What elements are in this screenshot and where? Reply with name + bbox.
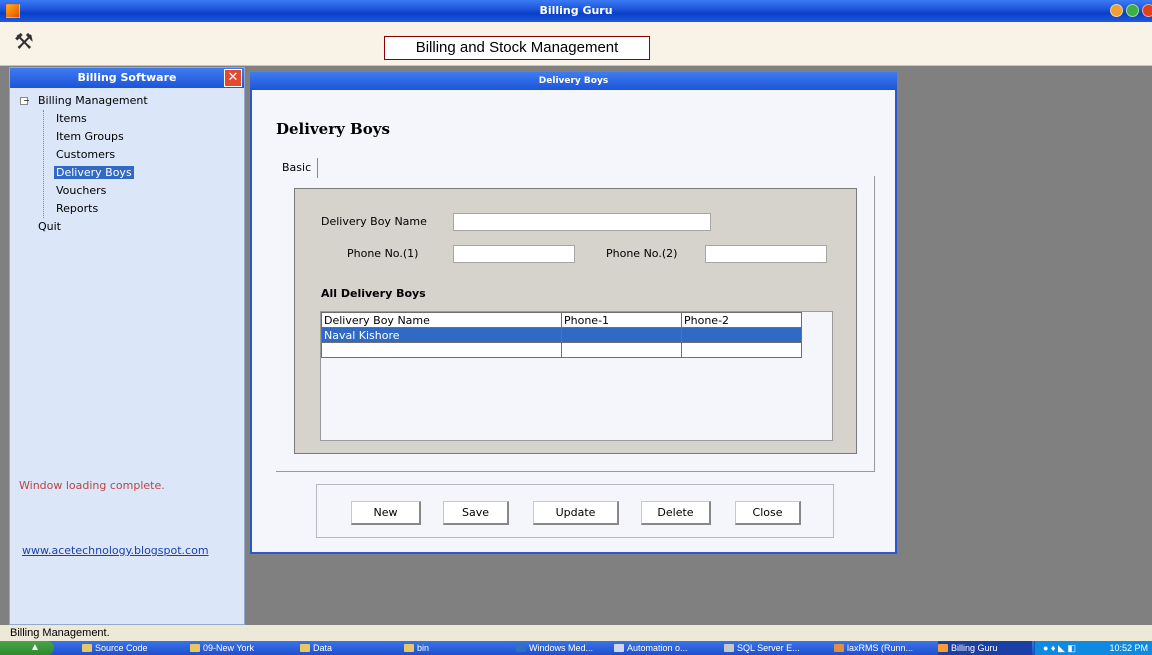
start-button[interactable]: ▲	[0, 641, 54, 655]
website-link[interactable]: www.acetechnology.blogspot.com	[22, 544, 209, 557]
taskbar-item[interactable]: Data	[300, 641, 390, 655]
new-table-row[interactable]	[321, 342, 802, 358]
taskbar-item[interactable]: SQL Server E...	[724, 641, 826, 655]
tree-node-quit[interactable]: Quit	[20, 218, 150, 236]
taskbar-item[interactable]: Automation o...	[614, 641, 710, 655]
taskbar-item[interactable]: Windows Med...	[516, 641, 604, 655]
close-button[interactable]: Close	[735, 501, 801, 525]
tree-node-label: Item Groups	[56, 130, 124, 143]
taskbar-item-label: laxRMS (Runn...	[847, 643, 914, 653]
delete-button[interactable]: Delete	[641, 501, 711, 525]
minimize-button[interactable]	[1110, 4, 1123, 17]
title-bar: Billing Guru	[0, 0, 1152, 22]
taskbar-item-label: 09-New York	[203, 643, 255, 653]
taskbar-item-label: Automation o...	[627, 643, 688, 653]
status-bar: Billing Management.	[0, 625, 1152, 641]
sidebar-header: Billing Software ✕	[10, 68, 244, 88]
tree-node-label: Billing Management	[38, 94, 148, 107]
phone1-input[interactable]	[453, 245, 575, 263]
sidebar-status-text: Window loading complete.	[19, 479, 165, 492]
column-header-phone1[interactable]: Phone-1	[561, 312, 682, 328]
taskbar-item[interactable]: Source Code	[82, 641, 180, 655]
delivery-boy-name-input[interactable]	[453, 213, 711, 231]
tree-node-billing-management[interactable]: − Billing Management	[20, 92, 150, 110]
document-icon	[614, 644, 624, 652]
column-header-phone2[interactable]: Phone-2	[681, 312, 802, 328]
delivery-boys-grid[interactable]: Delivery Boy Name Phone-1 Phone-2 Naval …	[320, 311, 833, 441]
tray-icons[interactable]: ● ♦ ◣ ◧	[1043, 641, 1076, 655]
cell-empty[interactable]	[681, 342, 802, 358]
cell-phone2[interactable]	[681, 327, 802, 343]
tree-node-label: Customers	[56, 148, 116, 161]
taskbar-item[interactable]: bin	[404, 641, 498, 655]
tree-node-label: Quit	[38, 220, 61, 233]
delivery-boys-window: Delivery Boys Delivery Boys Basic Delive…	[250, 72, 897, 554]
cell-phone1[interactable]	[561, 327, 682, 343]
taskbar-item[interactable]: 09-New York	[190, 641, 290, 655]
form-title: Delivery Boys	[276, 120, 390, 138]
taskbar: ▲ Source Code 09-New York Data bin Windo…	[0, 641, 1152, 655]
system-tray: ● ♦ ◣ ◧ 10:52 PM	[1034, 641, 1152, 655]
folder-icon	[82, 644, 92, 652]
taskbar-item-label: Windows Med...	[529, 643, 594, 653]
folder-icon	[300, 644, 310, 652]
update-button[interactable]: Update	[533, 501, 619, 525]
tree-node-label: Reports	[56, 202, 99, 215]
phone2-input[interactable]	[705, 245, 827, 263]
taskbar-item-active[interactable]: Billing Guru	[938, 641, 1032, 655]
tools-icon[interactable]: ⚒	[14, 30, 40, 56]
taskbar-item-label: Billing Guru	[951, 643, 998, 653]
tree-node-vouchers[interactable]: Vouchers	[20, 182, 150, 200]
windows-logo-icon: ▲	[30, 642, 40, 653]
entry-group-box: Delivery Boy Name Phone No.(1) Phone No.…	[294, 188, 857, 454]
sql-server-icon	[724, 644, 734, 652]
collapse-icon[interactable]: −	[20, 97, 30, 105]
window-title: Billing Guru	[539, 4, 613, 17]
grid-header-row: Delivery Boy Name Phone-1 Phone-2	[321, 312, 802, 328]
maximize-button[interactable]	[1126, 4, 1139, 17]
taskbar-item-label: SQL Server E...	[737, 643, 800, 653]
taskbar-item-label: bin	[417, 643, 430, 653]
clock: 10:52 PM	[1109, 643, 1148, 653]
close-window-button[interactable]	[1142, 4, 1152, 17]
button-panel: New Save Update Delete Close	[316, 484, 834, 538]
phone1-label: Phone No.(1)	[347, 247, 419, 260]
tree-node-reports[interactable]: Reports	[20, 200, 150, 218]
taskbar-item[interactable]: laxRMS (Runn...	[834, 641, 930, 655]
app-banner: Billing and Stock Management	[384, 36, 650, 60]
column-header-name[interactable]: Delivery Boy Name	[321, 312, 562, 328]
tree-node-label: Vouchers	[56, 184, 107, 197]
app-icon	[834, 644, 844, 652]
name-label: Delivery Boy Name	[321, 215, 427, 228]
app-icon	[938, 644, 948, 652]
media-player-icon	[516, 644, 526, 652]
folder-icon	[404, 644, 414, 652]
tree-node-label: Items	[56, 112, 87, 125]
sidebar-title: Billing Software	[77, 71, 177, 84]
taskbar-item-label: Source Code	[95, 643, 148, 653]
tree-node-delivery-boys[interactable]: Delivery Boys	[20, 164, 150, 182]
tree-node-label: Delivery Boys	[54, 166, 134, 179]
cell-empty[interactable]	[561, 342, 682, 358]
tree-node-customers[interactable]: Customers	[20, 146, 150, 164]
child-window-title: Delivery Boys	[250, 72, 897, 90]
cell-empty[interactable]	[321, 342, 562, 358]
tab-basic[interactable]: Basic	[282, 158, 319, 178]
sidebar: Billing Software ✕ − Billing Management …	[9, 67, 245, 625]
table-row[interactable]: Naval Kishore	[321, 327, 802, 343]
save-button[interactable]: Save	[443, 501, 509, 525]
navigation-tree: − Billing Management Items Item Groups C…	[20, 92, 150, 236]
new-button[interactable]: New	[351, 501, 421, 525]
cell-name[interactable]: Naval Kishore	[321, 327, 562, 343]
taskbar-item-label: Data	[313, 643, 333, 653]
toolbar: ⚒ Billing and Stock Management	[0, 22, 1152, 66]
close-icon[interactable]: ✕	[224, 69, 242, 87]
tree-node-item-groups[interactable]: Item Groups	[20, 128, 150, 146]
phone2-label: Phone No.(2)	[606, 247, 678, 260]
tree-node-items[interactable]: Items	[20, 110, 150, 128]
all-delivery-boys-label: All Delivery Boys	[321, 287, 426, 300]
folder-icon	[190, 644, 200, 652]
